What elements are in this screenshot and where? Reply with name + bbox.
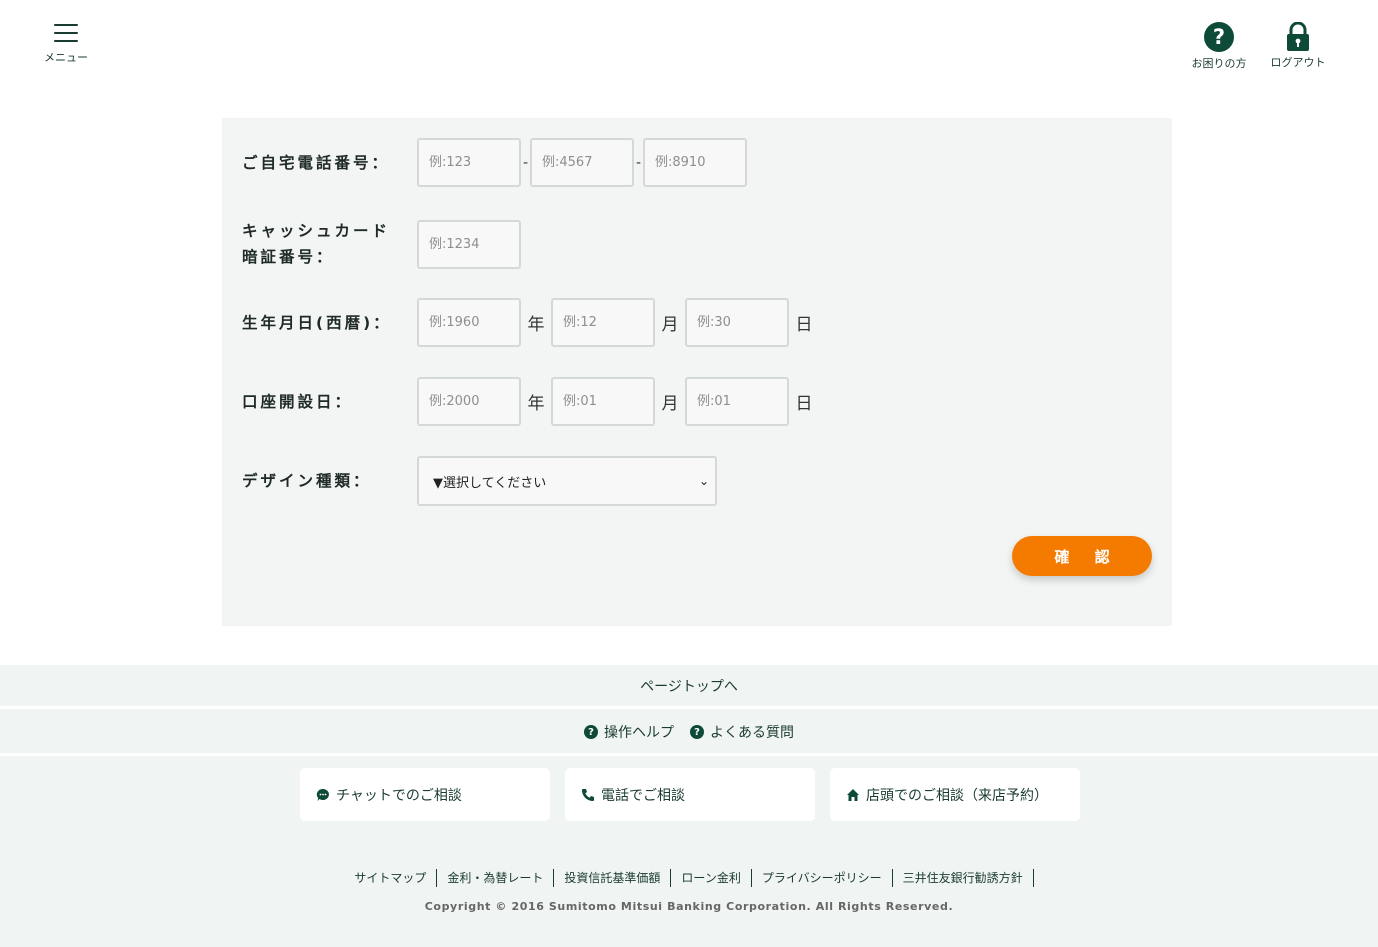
help-button[interactable]: ? お困りの方 [1184,22,1254,71]
chat-bubble-icon [316,788,330,802]
fund-price-link[interactable]: 投資信託基準価額 [554,869,672,887]
phone-row: ご自宅電話番号： - - [242,138,747,187]
hamburger-icon [54,24,78,42]
question-circle-icon: ? [1204,22,1234,52]
birth-year-input[interactable] [417,298,521,347]
pin-input[interactable] [417,219,521,269]
birth-day-input[interactable] [685,298,789,347]
menu-label: メニュー [44,51,88,64]
birth-month-input[interactable] [551,298,655,347]
day-unit: 日 [795,394,813,414]
operation-help-label: 操作ヘルプ [604,725,674,741]
operation-help-link[interactable]: ? 操作ヘルプ [584,722,674,742]
design-select-value: ▼選択してください [433,475,547,491]
branch-consult-label: 店頭でのご相談（来店予約） [866,787,1048,804]
page-top-link[interactable]: ページトップへ [0,665,1378,709]
loan-rate-link[interactable]: ローン金利 [671,869,752,887]
chat-consult-button[interactable]: チャットでのご相談 [300,768,550,821]
menu-button[interactable]: メニュー [38,24,94,65]
footer-links: サイトマップ 金利・為替レート 投資信託基準価額 ローン金利 プライバシーポリシ… [0,869,1378,887]
account-open-label: 口座開設日： [242,392,354,411]
logout-button[interactable]: ログアウト [1264,22,1332,70]
design-label: デザイン種類： [242,472,372,490]
faq-link[interactable]: ? よくある質問 [690,722,794,742]
open-month-input[interactable] [551,377,655,426]
birthdate-row: 生年月日(西暦)： 年 月 日 [242,298,819,347]
branch-consult-button[interactable]: 店頭でのご相談（来店予約） [830,768,1080,821]
sitemap-link[interactable]: サイトマップ [344,869,438,887]
chevron-down-icon: ⌄ [698,474,709,488]
solicitation-policy-link[interactable]: 三井住友銀行勧誘方針 [893,869,1034,887]
help-label: お困りの方 [1191,57,1247,70]
chat-consult-label: チャットでのご相談 [336,787,462,804]
phone-separator: - [522,154,529,171]
rates-link[interactable]: 金利・為替レート [437,869,555,887]
phone-last-input[interactable] [643,138,747,187]
year-unit: 年 [527,394,545,414]
year-unit: 年 [527,315,545,335]
lock-icon [1287,22,1309,51]
pin-label-line1: キャッシュカード [242,222,391,240]
phone-consult-label: 電話でご相談 [601,787,685,804]
home-icon [846,788,860,802]
help-bar: ? 操作ヘルプ ? よくある質問 [0,711,1378,756]
form-card: ご自宅電話番号： - - キャッシュカード 暗証番号： 生年月日(西暦)： 年 … [222,118,1172,626]
open-year-input[interactable] [417,377,521,426]
pin-row: キャッシュカード 暗証番号： [242,218,521,270]
footer: ページトップへ ? 操作ヘルプ ? よくある質問 チャットでのご相談 電話でご相… [0,665,1378,947]
logout-label: ログアウト [1270,56,1326,69]
privacy-policy-link[interactable]: プライバシーポリシー [752,869,893,887]
phone-area-input[interactable] [417,138,521,187]
day-unit: 日 [795,315,813,335]
phone-label: ご自宅電話番号： [242,153,391,172]
copyright: Copyright © 2016 Sumitomo Mitsui Banking… [424,900,954,913]
open-day-input[interactable] [685,377,789,426]
pin-label: キャッシュカード 暗証番号： [242,218,417,270]
question-circle-icon: ? [690,725,704,739]
design-select[interactable]: ▼選択してください ⌄ [417,456,717,506]
design-row: デザイン種類： ▼選択してください ⌄ [242,456,717,506]
birthdate-label: 生年月日(西暦)： [242,313,392,332]
account-open-row: 口座開設日： 年 月 日 [242,377,819,426]
phone-middle-input[interactable] [530,138,634,187]
month-unit: 月 [661,394,679,414]
phone-icon [581,788,595,802]
month-unit: 月 [661,315,679,335]
phone-consult-button[interactable]: 電話でご相談 [565,768,815,821]
question-circle-icon: ? [584,725,598,739]
pin-label-line2: 暗証番号： [242,248,335,266]
confirm-button[interactable]: 確 認 [1012,536,1152,576]
faq-label: よくある質問 [710,725,794,741]
phone-separator: - [635,154,642,171]
